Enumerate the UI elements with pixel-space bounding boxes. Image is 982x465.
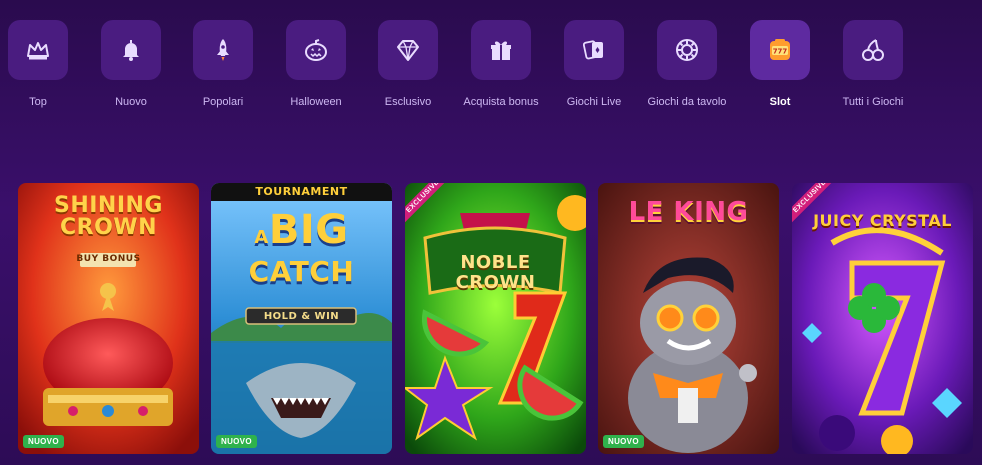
- category-label: Esclusivo: [384, 96, 432, 108]
- game-title-line: SHINING: [53, 193, 163, 218]
- category-popolari[interactable]: Popolari: [177, 20, 269, 109]
- game-card-shining-crown[interactable]: SHINING CROWN BUY BONUS NUOVO: [18, 183, 199, 454]
- category-esclusivo[interactable]: Esclusivo: [362, 20, 454, 109]
- game-thumbnail: [405, 183, 586, 454]
- category-tile[interactable]: [564, 20, 624, 80]
- game-card-le-king[interactable]: LE KING NUOVO: [598, 183, 779, 454]
- new-badge: NUOVO: [23, 435, 64, 448]
- category-tile[interactable]: [378, 20, 438, 80]
- category-giochi-da-tavolo[interactable]: Giochi da tavolo: [641, 20, 733, 109]
- category-tile[interactable]: 777: [750, 20, 810, 80]
- category-tile[interactable]: [657, 20, 717, 80]
- category-nav: Top Nuovo Popolari Halloween Esclusivo A…: [0, 20, 982, 130]
- game-title-line: JUICY: [813, 211, 864, 230]
- game-card-noble-crown[interactable]: NOBLE CROWN EXCLUSIVE: [405, 183, 586, 454]
- rocket-icon: [217, 39, 229, 61]
- game-title-word: BIG: [268, 207, 349, 253]
- category-acquista-bonus[interactable]: Acquista bonus: [455, 20, 547, 109]
- new-badge: NUOVO: [603, 435, 644, 448]
- svg-text:777: 777: [773, 48, 788, 56]
- slot-777-icon: 777: [770, 39, 790, 60]
- category-label: Slot: [769, 96, 791, 108]
- cards-icon: [582, 40, 603, 60]
- pumpkin-icon: [305, 39, 327, 61]
- category-nuovo[interactable]: Nuovo: [85, 20, 177, 109]
- category-label: Halloween: [290, 96, 342, 108]
- gift-icon: [491, 41, 511, 60]
- game-title-line: CRYSTAL: [869, 211, 952, 230]
- game-title: JUICY CRYSTAL: [792, 211, 973, 230]
- category-tutti-i-giochi[interactable]: Tutti i Giochi: [827, 20, 919, 109]
- game-title: SHINING CROWN: [18, 195, 199, 239]
- tournament-label: TOURNAMENT: [255, 185, 348, 198]
- game-card-juicy-crystal[interactable]: JUICY CRYSTAL EXCLUSIVE: [792, 183, 973, 454]
- game-subtitle: HOLD & WIN: [263, 311, 340, 322]
- category-tile[interactable]: [471, 20, 531, 80]
- category-giochi-live[interactable]: Giochi Live: [548, 20, 640, 109]
- cherries-icon: [862, 39, 884, 61]
- game-title: LE KING: [628, 197, 749, 227]
- category-label: Top: [29, 96, 47, 108]
- game-card-big-catch[interactable]: TOURNAMENT ABIG CATCH HOLD & WIN NUOVO: [211, 183, 392, 454]
- category-label: Tutti i Giochi: [842, 96, 904, 108]
- game-title-line: NOBLE: [460, 252, 531, 273]
- diamond-icon: [397, 40, 419, 61]
- new-badge: NUOVO: [216, 435, 257, 448]
- chip-icon: [676, 39, 698, 61]
- category-top[interactable]: Top: [0, 20, 84, 109]
- game-title: NOBLE CROWN: [405, 253, 586, 293]
- category-slot[interactable]: 777 Slot: [734, 20, 826, 109]
- game-title-line: ABIG: [211, 210, 392, 257]
- category-label: Acquista bonus: [463, 96, 539, 108]
- crown-icon: [27, 42, 49, 60]
- category-halloween[interactable]: Halloween: [270, 20, 362, 109]
- game-subtitle: BUY BONUS: [76, 254, 141, 264]
- category-label: Popolari: [202, 96, 244, 108]
- category-tile[interactable]: [101, 20, 161, 80]
- game-title-line: CROWN: [60, 215, 157, 240]
- game-title-line: CROWN: [455, 272, 536, 293]
- bell-icon: [123, 40, 139, 61]
- game-title-prefix: A: [254, 227, 269, 248]
- category-tile[interactable]: [843, 20, 903, 80]
- game-title: ABIG CATCH: [211, 210, 392, 288]
- category-tile[interactable]: [286, 20, 346, 80]
- category-label: Nuovo: [115, 96, 147, 108]
- category-label: Giochi Live: [566, 96, 622, 108]
- game-grid: SHINING CROWN BUY BONUS NUOVO TOURNAMENT…: [18, 183, 978, 455]
- category-tile[interactable]: [8, 20, 68, 80]
- category-label: Giochi da tavolo: [647, 96, 727, 108]
- game-title-line: CATCH: [248, 255, 355, 288]
- category-tile[interactable]: [193, 20, 253, 80]
